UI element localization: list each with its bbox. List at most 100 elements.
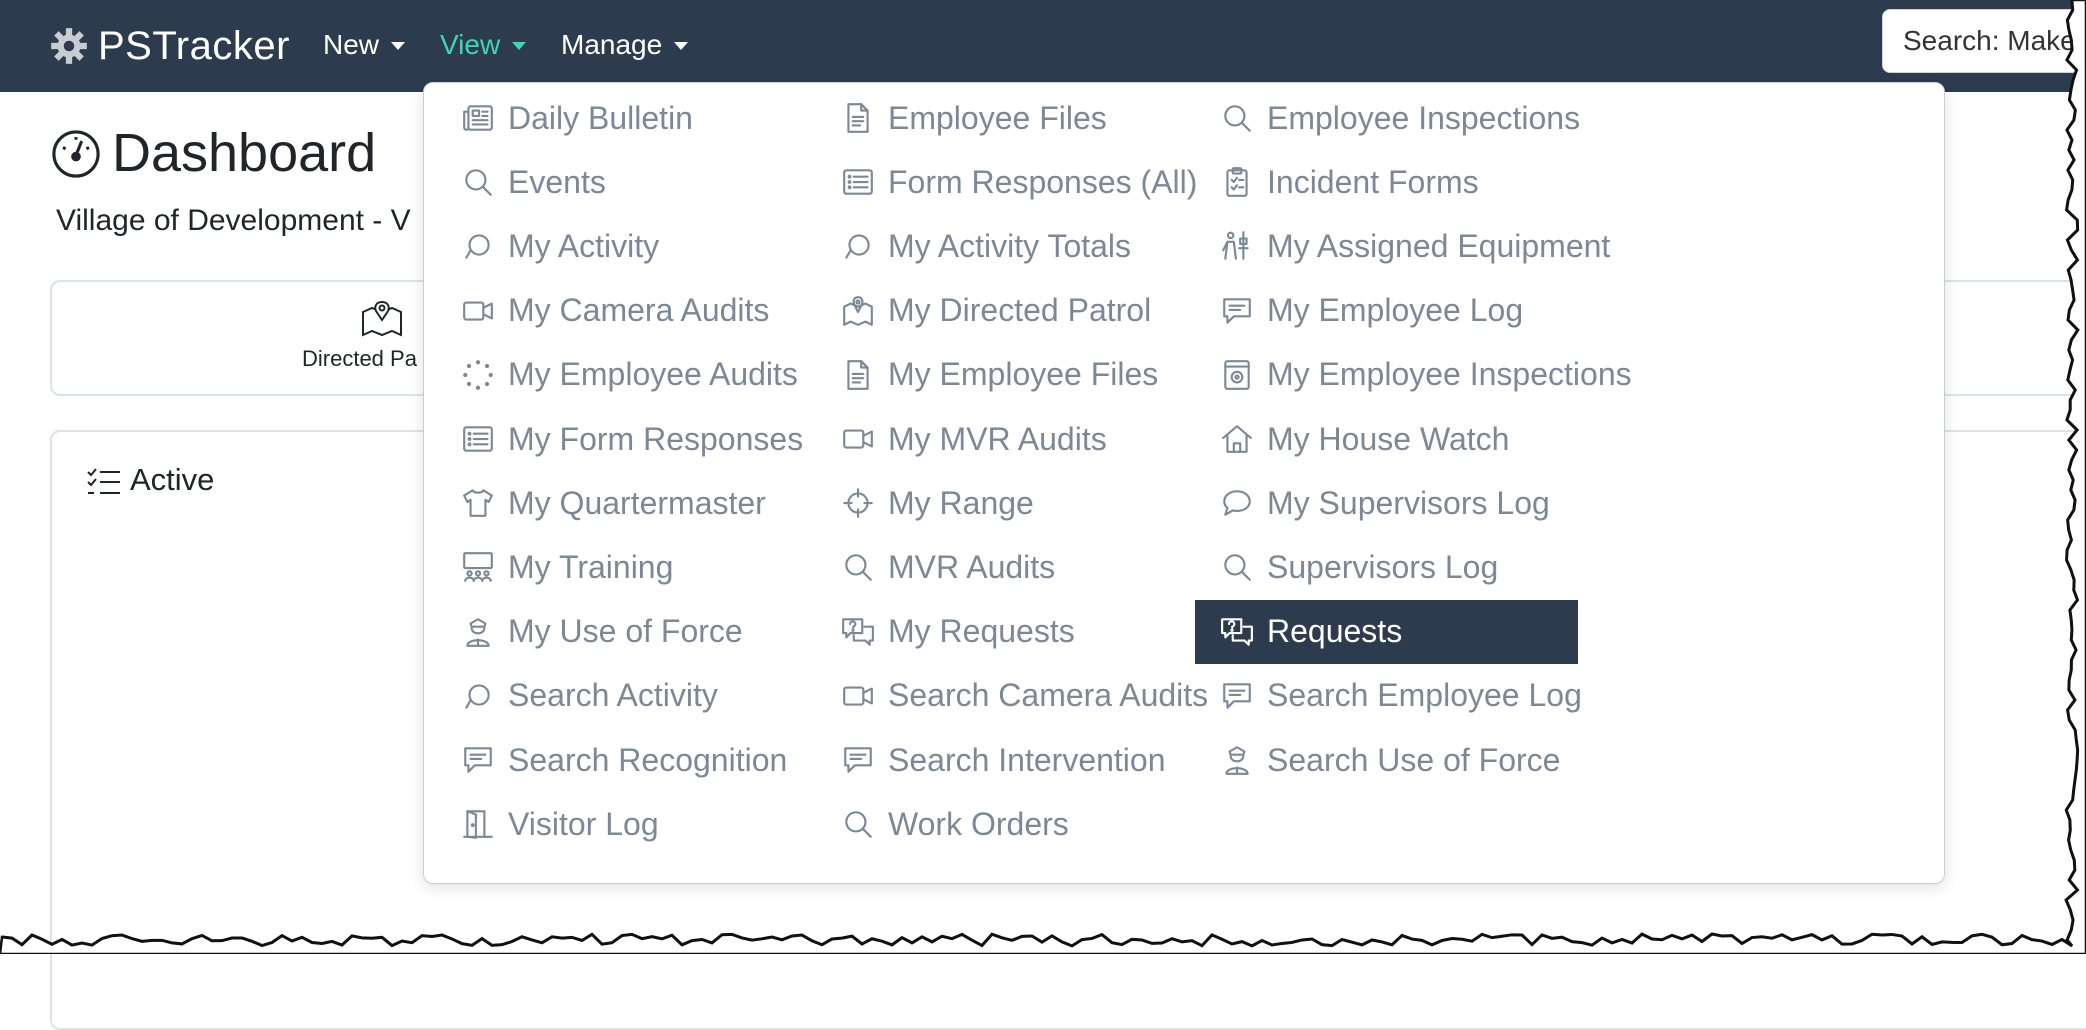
brand-name: PSTracker	[98, 23, 290, 68]
menu-item-incident-forms[interactable]: Incident Forms	[1219, 150, 1479, 214]
gear-logo-icon	[51, 28, 87, 64]
menu-item-search-employee-log[interactable]: Search Employee Log	[1219, 664, 1582, 728]
menu-item-work-orders[interactable]: Work Orders	[840, 792, 1069, 856]
menu-item-my-directed-patrol[interactable]: My Directed Patrol	[840, 279, 1151, 343]
newspaper-icon	[460, 100, 496, 136]
menu-item-employee-files[interactable]: Employee Files	[840, 86, 1107, 150]
menu-item-label: My Training	[508, 548, 674, 585]
menu-item-label: Form Responses (All)	[888, 163, 1198, 200]
menu-item-label: My MVR Audits	[888, 420, 1107, 457]
menu-item-visitor-log[interactable]: Visitor Log	[460, 792, 659, 856]
menu-item-label: My Activity	[508, 227, 660, 264]
menu-item-requests[interactable]: Requests	[1195, 599, 1578, 664]
speedometer-icon	[52, 130, 100, 178]
menu-item-my-supervisors-log[interactable]: My Supervisors Log	[1219, 471, 1550, 535]
search-icon	[840, 806, 876, 842]
clipboard-icon	[1219, 164, 1255, 200]
list-icon	[460, 421, 496, 457]
menu-item-label: Visitor Log	[508, 805, 659, 842]
menu-item-my-employee-log[interactable]: My Employee Log	[1219, 279, 1523, 343]
menu-item-label: Search Camera Audits	[888, 677, 1209, 714]
menu-item-search-camera-audits[interactable]: Search Camera Audits	[840, 664, 1208, 728]
menu-item-my-activity[interactable]: My Activity	[460, 214, 659, 278]
menu-item-events[interactable]: Events	[460, 150, 606, 214]
menu-item-daily-bulletin[interactable]: Daily Bulletin	[460, 86, 693, 150]
menu-item-my-house-watch[interactable]: My House Watch	[1219, 407, 1509, 471]
search-icon	[1219, 549, 1255, 585]
caret-down-icon	[674, 42, 689, 50]
menu-item-supervisors-log[interactable]: Supervisors Log	[1219, 535, 1498, 599]
menu-item-search-use-of-force[interactable]: Search Use of Force	[1219, 728, 1560, 792]
menu-item-label: Search Intervention	[888, 741, 1166, 778]
inspection-icon	[1219, 357, 1255, 393]
menu-item-label: My Quartermaster	[508, 484, 766, 521]
chat-icon	[1219, 485, 1255, 521]
menu-item-my-use-of-force[interactable]: My Use of Force	[460, 600, 743, 664]
menu-item-search-recognition[interactable]: Search Recognition	[460, 728, 787, 792]
menu-item-my-requests[interactable]: My Requests	[840, 600, 1075, 664]
menu-item-search-intervention[interactable]: Search Intervention	[840, 728, 1166, 792]
activity-icon	[460, 678, 496, 714]
checklist-icon	[87, 468, 120, 494]
menu-item-my-camera-audits[interactable]: My Camera Audits	[460, 279, 769, 343]
page-subtitle: Village of Development - V	[56, 204, 411, 237]
menu-item-my-activity-totals[interactable]: My Activity Totals	[840, 214, 1131, 278]
message-icon	[1219, 678, 1255, 714]
search-icon	[1219, 100, 1255, 136]
activity-icon	[840, 228, 876, 264]
menu-item-my-form-responses[interactable]: My Form Responses	[460, 407, 803, 471]
menu-item-my-assigned-equipment[interactable]: My Assigned Equipment	[1219, 214, 1610, 278]
search-icon	[840, 549, 876, 585]
menu-item-my-employee-files[interactable]: My Employee Files	[840, 343, 1158, 407]
dotted-circle-icon	[460, 357, 496, 393]
officer-icon	[460, 614, 496, 650]
brand[interactable]: PSTracker	[48, 18, 290, 74]
menu-item-label: Search Use of Force	[1267, 741, 1561, 778]
menu-item-label: Events	[508, 163, 606, 200]
menu-item-label: My Range	[888, 484, 1034, 521]
menu-item-label: Search Activity	[508, 677, 718, 714]
menu-item-label: My Employee Inspections	[1267, 356, 1632, 393]
camera-icon	[840, 678, 876, 714]
menu-item-my-employee-inspections[interactable]: My Employee Inspections	[1219, 343, 1632, 407]
shirt-icon	[460, 485, 496, 521]
menu-item-search-activity[interactable]: Search Activity	[460, 664, 718, 728]
file-icon	[840, 357, 876, 393]
caret-down-icon	[512, 42, 527, 50]
menu-item-label: My House Watch	[1267, 420, 1510, 457]
menu-item-my-range[interactable]: My Range	[840, 471, 1034, 535]
active-section-title: Active	[130, 462, 215, 497]
message-icon	[460, 742, 496, 778]
caret-down-icon	[391, 42, 406, 50]
nav-view[interactable]: View	[440, 22, 527, 68]
menu-item-label: Incident Forms	[1267, 163, 1479, 200]
menu-item-my-employee-audits[interactable]: My Employee Audits	[460, 343, 798, 407]
menu-item-my-quartermaster[interactable]: My Quartermaster	[460, 471, 766, 535]
question-chat-icon	[840, 614, 876, 650]
menu-item-label: My Supervisors Log	[1267, 484, 1550, 521]
menu-item-my-training[interactable]: My Training	[460, 535, 673, 599]
search-input[interactable]	[1882, 9, 2086, 73]
menu-item-label: Employee Inspections	[1267, 99, 1581, 136]
camera-icon	[460, 293, 496, 329]
nav-new[interactable]: New	[323, 22, 406, 68]
menu-item-label: My Activity Totals	[888, 227, 1132, 264]
nav-manage[interactable]: Manage	[561, 22, 689, 68]
menu-item-mvr-audits[interactable]: MVR Audits	[840, 535, 1055, 599]
list-icon	[840, 164, 876, 200]
menu-item-form-responses-all[interactable]: Form Responses (All)	[840, 150, 1197, 214]
directed-patrol-label[interactable]: Directed Pa	[302, 346, 417, 372]
house-icon	[1219, 421, 1255, 457]
menu-item-label: Supervisors Log	[1267, 548, 1499, 585]
question-chat-icon	[1219, 614, 1255, 650]
menu-item-label: Employee Files	[888, 99, 1107, 136]
view-dropdown-menu: Daily Bulletin Events My Activity My Camera…	[423, 82, 1945, 884]
officer-icon	[1219, 742, 1255, 778]
menu-item-label: My Employee Files	[888, 356, 1159, 393]
menu-item-my-mvr-audits[interactable]: My MVR Audits	[840, 407, 1107, 471]
menu-item-label: Search Recognition	[508, 741, 788, 778]
menu-item-employee-inspections[interactable]: Employee Inspections	[1219, 86, 1580, 150]
menu-item-label: Daily Bulletin	[508, 99, 693, 136]
menu-item-label: My Form Responses	[508, 420, 804, 457]
nav-new-label: New	[323, 29, 380, 60]
